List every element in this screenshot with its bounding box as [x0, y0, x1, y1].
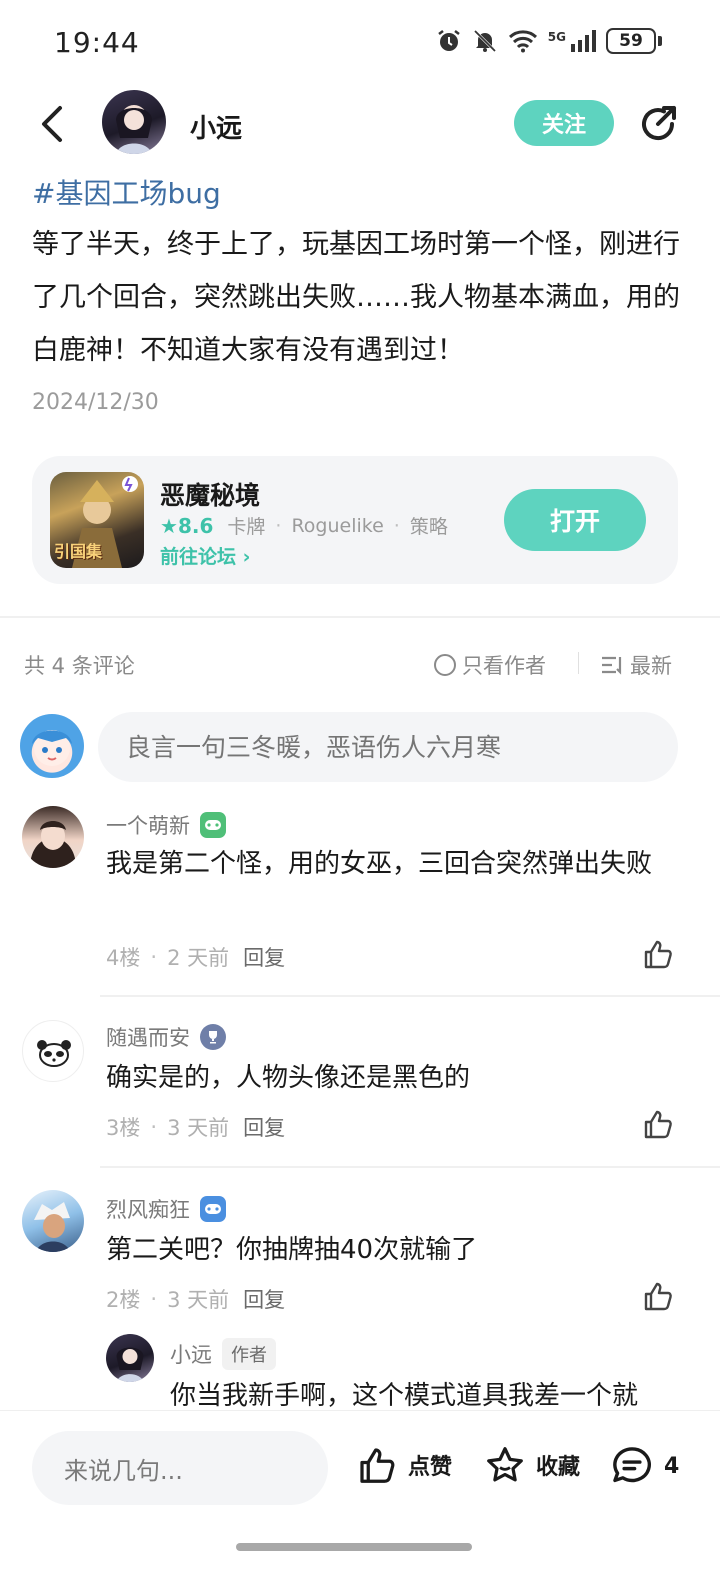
share-icon: [642, 106, 676, 141]
sort-icon: [602, 656, 622, 675]
like-button[interactable]: [642, 938, 674, 970]
commenter-avatar[interactable]: [22, 1020, 84, 1082]
divider: [100, 995, 720, 997]
star-icon: ★: [160, 513, 178, 538]
thumbs-up-icon: [644, 1282, 672, 1311]
game-tag: Roguelike: [291, 514, 384, 537]
chevron-left-icon: [42, 106, 62, 142]
reply-button[interactable]: 回复: [243, 1284, 285, 1314]
post-topic-tag[interactable]: #基因工场bug: [32, 172, 221, 212]
comment-item: 一个萌新 我是第二个怪，用的女巫，三回合突然弹出失败 4楼 · 2 天前 回复: [0, 800, 720, 996]
thumbs-up-icon: [644, 1110, 672, 1139]
battery-icon: 59: [606, 28, 662, 54]
bottom-action-bar: 来说几句... 点赞 收藏 4: [0, 1410, 720, 1595]
game-tag: 策略: [409, 516, 448, 538]
share-button[interactable]: [636, 102, 680, 146]
comment-meta: 4楼 · 2 天前 回复: [106, 942, 285, 972]
game-icon: 引国集: [50, 472, 144, 568]
radio-circle-icon: [434, 654, 456, 676]
comment-input[interactable]: [98, 712, 678, 782]
trophy-icon: [200, 1024, 226, 1050]
game-meta: ★8.6 卡牌 · Roguelike · 策略: [160, 513, 448, 539]
status-icons: 5G 59: [436, 28, 662, 54]
sort-button[interactable]: 最新: [600, 650, 672, 680]
gamepad-blue-icon: [200, 1196, 226, 1222]
divider: [100, 1166, 720, 1168]
like-post-button[interactable]: 点赞: [356, 1445, 452, 1485]
game-score: ★8.6: [160, 513, 214, 538]
write-comment-input[interactable]: 来说几句...: [32, 1431, 328, 1505]
home-indicator[interactable]: [236, 1543, 472, 1551]
reply-author-avatar[interactable]: [106, 1334, 154, 1382]
comment-text: 确实是的，人物头像还是黑色的: [106, 1063, 471, 1093]
reply-text: 你当我新手啊，这个模式道具我差一个就: [170, 1381, 639, 1410]
reply-button[interactable]: 回复: [243, 1112, 285, 1142]
commenter-name[interactable]: 随遇而安: [106, 1022, 226, 1052]
comment-text: 第二关吧？你抽牌抽40次就输了: [106, 1235, 478, 1265]
comment-meta: 2楼 · 3 天前 回复: [106, 1284, 285, 1314]
battery-level: 59: [606, 28, 656, 54]
thumbs-up-icon: [360, 1448, 395, 1483]
speech-bubble-icon: [613, 1447, 652, 1483]
divider: [578, 652, 579, 674]
commenter-name[interactable]: 烈风痴狂: [106, 1194, 226, 1224]
comment-time: 2 天前: [167, 946, 230, 970]
favorite-button[interactable]: 收藏: [484, 1445, 580, 1485]
like-button[interactable]: [642, 1280, 674, 1312]
alarm-icon: [436, 28, 462, 54]
comment-floor: 4楼: [106, 946, 141, 970]
chevron-right-icon: ›: [242, 546, 251, 568]
comments-count: 共 4 条评论: [24, 654, 135, 678]
author-badge: 作者: [222, 1338, 276, 1370]
comment-floor: 3楼: [106, 1116, 141, 1140]
status-bar: 19:44 5G 59: [0, 0, 720, 88]
gamepad-green-icon: [200, 812, 226, 838]
post-date: 2024/12/30: [32, 390, 159, 415]
status-time: 19:44: [54, 26, 140, 59]
like-button[interactable]: [642, 1108, 674, 1140]
comment-item: 随遇而安 确实是的，人物头像还是黑色的 3楼 · 3 天前 回复: [0, 1014, 720, 1166]
post-body: 等了半天，终于上了，玩基因工场时第一个怪，刚进行了几个回合，突然跳出失败……我人…: [32, 229, 680, 366]
reply-button[interactable]: 回复: [243, 942, 285, 972]
commenter-avatar[interactable]: [22, 806, 84, 868]
star-outline-icon: [487, 1447, 523, 1482]
signal-5g-icon: 5G: [548, 30, 596, 52]
author-name[interactable]: 小远: [190, 108, 242, 145]
commenter-avatar[interactable]: [22, 1190, 84, 1252]
post-header: 小远 关注: [0, 88, 720, 160]
commenter-name[interactable]: 一个萌新: [106, 810, 226, 840]
game-title[interactable]: 恶魔秘境: [160, 476, 260, 512]
author-avatar[interactable]: [102, 90, 166, 154]
comment-item: 烈风痴狂 第二关吧？你抽牌抽40次就输了 2楼 · 3 天前 回复: [0, 1186, 720, 1336]
comment-time: 3 天前: [167, 1288, 230, 1312]
game-card[interactable]: 引国集 恶魔秘境 ★8.6 卡牌 · Roguelike · 策略 前往论坛 ›…: [32, 456, 678, 584]
author-only-toggle[interactable]: 只看作者: [434, 650, 546, 680]
forum-link[interactable]: 前往论坛 ›: [160, 542, 250, 569]
comment-time: 3 天前: [167, 1116, 230, 1140]
follow-button[interactable]: 关注: [514, 100, 614, 146]
mute-bell-icon: [472, 28, 498, 54]
comment-floor: 2楼: [106, 1288, 141, 1312]
wifi-icon: [508, 29, 538, 53]
game-tag: 卡牌: [227, 516, 266, 538]
game-icon-caption: 引国集: [54, 542, 103, 561]
comments-button[interactable]: 4: [610, 1445, 679, 1487]
open-game-button[interactable]: 打开: [504, 489, 646, 551]
comment-meta: 3楼 · 3 天前 回复: [106, 1112, 285, 1142]
thumbs-up-icon: [644, 940, 672, 969]
reply-author-name[interactable]: 小远 作者: [170, 1338, 276, 1370]
divider: [0, 616, 720, 618]
my-avatar: [20, 714, 84, 778]
comment-text: 我是第二个怪，用的女巫，三回合突然弹出失败: [106, 849, 653, 879]
back-button[interactable]: [30, 100, 74, 148]
